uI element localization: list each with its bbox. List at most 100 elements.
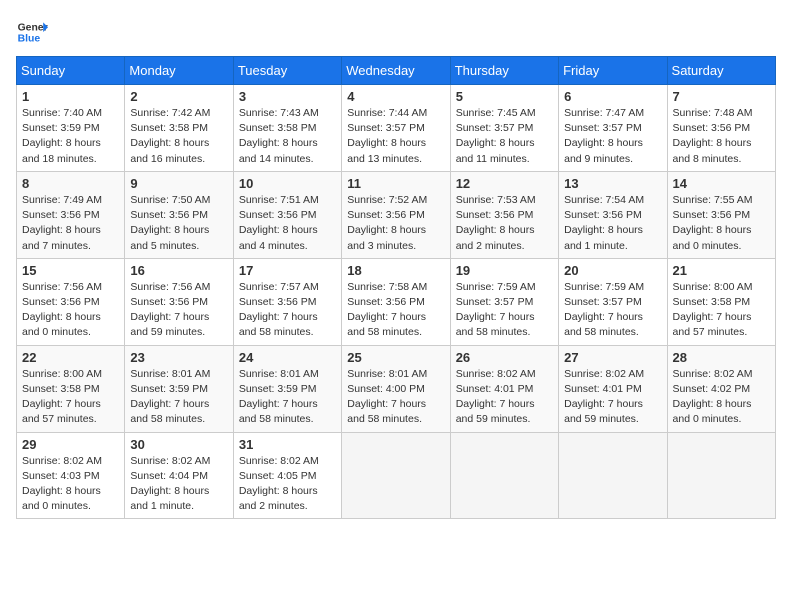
calendar-cell: 3Sunrise: 7:43 AMSunset: 3:58 PMDaylight… (233, 85, 341, 172)
day-info: Sunrise: 7:49 AMSunset: 3:56 PMDaylight:… (22, 193, 119, 254)
calendar-cell (342, 432, 450, 519)
day-info: Sunrise: 8:02 AMSunset: 4:03 PMDaylight:… (22, 454, 119, 515)
day-info: Sunrise: 7:54 AMSunset: 3:56 PMDaylight:… (564, 193, 661, 254)
weekday-header-friday: Friday (559, 57, 667, 85)
day-number: 24 (239, 350, 336, 365)
calendar-cell: 2Sunrise: 7:42 AMSunset: 3:58 PMDaylight… (125, 85, 233, 172)
day-info: Sunrise: 8:02 AMSunset: 4:05 PMDaylight:… (239, 454, 336, 515)
calendar-cell: 10 Sunrise: 7:51 AMSunset: 3:56 PMDayligh… (233, 171, 341, 258)
day-number: 13 (564, 176, 661, 191)
calendar-week-row: 29 Sunrise: 8:02 AMSunset: 4:03 PMDayligh… (17, 432, 776, 519)
calendar-cell (559, 432, 667, 519)
day-info: Sunrise: 7:47 AMSunset: 3:57 PMDaylight:… (564, 106, 661, 167)
day-info: Sunrise: 8:02 AMSunset: 4:01 PMDaylight:… (564, 367, 661, 428)
calendar-week-row: 8 Sunrise: 7:49 AMSunset: 3:56 PMDaylight… (17, 171, 776, 258)
calendar-cell: 24 Sunrise: 8:01 AMSunset: 3:59 PMDayligh… (233, 345, 341, 432)
weekday-header-sunday: Sunday (17, 57, 125, 85)
day-number: 21 (673, 263, 770, 278)
calendar-cell: 18Sunrise: 7:58 AMSunset: 3:56 PMDayligh… (342, 258, 450, 345)
calendar-cell: 4 Sunrise: 7:44 AMSunset: 3:57 PMDaylight… (342, 85, 450, 172)
day-number: 26 (456, 350, 553, 365)
calendar-cell: 29 Sunrise: 8:02 AMSunset: 4:03 PMDayligh… (17, 432, 125, 519)
day-number: 29 (22, 437, 119, 452)
calendar-week-row: 1 Sunrise: 7:40 AMSunset: 3:59 PMDaylight… (17, 85, 776, 172)
weekday-header-thursday: Thursday (450, 57, 558, 85)
calendar-cell: 17 Sunrise: 7:57 AMSunset: 3:56 PMDayligh… (233, 258, 341, 345)
calendar-cell: 23 Sunrise: 8:01 AMSunset: 3:59 PMDayligh… (125, 345, 233, 432)
calendar-cell: 31 Sunrise: 8:02 AMSunset: 4:05 PMDayligh… (233, 432, 341, 519)
day-info: Sunrise: 8:02 AMSunset: 4:02 PMDaylight:… (673, 367, 770, 428)
day-number: 19 (456, 263, 553, 278)
calendar-cell: 9 Sunrise: 7:50 AMSunset: 3:56 PMDaylight… (125, 171, 233, 258)
day-info: Sunrise: 8:01 AMSunset: 3:59 PMDaylight:… (239, 367, 336, 428)
day-number: 22 (22, 350, 119, 365)
calendar-cell: 12Sunrise: 7:53 AMSunset: 3:56 PMDayligh… (450, 171, 558, 258)
weekday-header-monday: Monday (125, 57, 233, 85)
header: General Blue (16, 16, 776, 48)
day-number: 31 (239, 437, 336, 452)
logo-icon: General Blue (16, 16, 48, 48)
calendar-cell: 7 Sunrise: 7:48 AMSunset: 3:56 PMDaylight… (667, 85, 775, 172)
calendar-cell: 19 Sunrise: 7:59 AMSunset: 3:57 PMDayligh… (450, 258, 558, 345)
day-info: Sunrise: 7:43 AMSunset: 3:58 PMDaylight:… (239, 106, 336, 167)
calendar-cell: 1 Sunrise: 7:40 AMSunset: 3:59 PMDaylight… (17, 85, 125, 172)
weekday-header-saturday: Saturday (667, 57, 775, 85)
day-info: Sunrise: 7:44 AMSunset: 3:57 PMDaylight:… (347, 106, 444, 167)
day-number: 8 (22, 176, 119, 191)
day-number: 10 (239, 176, 336, 191)
day-number: 9 (130, 176, 227, 191)
day-info: Sunrise: 8:01 AMSunset: 3:59 PMDaylight:… (130, 367, 227, 428)
calendar-cell: 13 Sunrise: 7:54 AMSunset: 3:56 PMDayligh… (559, 171, 667, 258)
calendar-cell: 22 Sunrise: 8:00 AMSunset: 3:58 PMDayligh… (17, 345, 125, 432)
day-info: Sunrise: 7:57 AMSunset: 3:56 PMDaylight:… (239, 280, 336, 341)
day-info: Sunrise: 7:45 AMSunset: 3:57 PMDaylight:… (456, 106, 553, 167)
calendar-cell: 25 Sunrise: 8:01 AMSunset: 4:00 PMDayligh… (342, 345, 450, 432)
day-info: Sunrise: 7:59 AMSunset: 3:57 PMDaylight:… (456, 280, 553, 341)
calendar-cell: 21 Sunrise: 8:00 AMSunset: 3:58 PMDayligh… (667, 258, 775, 345)
calendar-cell: 8 Sunrise: 7:49 AMSunset: 3:56 PMDaylight… (17, 171, 125, 258)
calendar-cell: 5 Sunrise: 7:45 AMSunset: 3:57 PMDaylight… (450, 85, 558, 172)
day-number: 16 (130, 263, 227, 278)
logo: General Blue (16, 16, 48, 48)
day-info: Sunrise: 7:58 AMSunset: 3:56 PMDaylight:… (347, 280, 444, 341)
calendar-week-row: 15 Sunrise: 7:56 AMSunset: 3:56 PMDayligh… (17, 258, 776, 345)
day-number: 25 (347, 350, 444, 365)
day-info: Sunrise: 8:02 AMSunset: 4:04 PMDaylight:… (130, 454, 227, 515)
day-number: 7 (673, 89, 770, 104)
day-number: 15 (22, 263, 119, 278)
day-number: 20 (564, 263, 661, 278)
day-info: Sunrise: 8:00 AMSunset: 3:58 PMDaylight:… (673, 280, 770, 341)
day-info: Sunrise: 8:02 AMSunset: 4:01 PMDaylight:… (456, 367, 553, 428)
calendar-cell: 20Sunrise: 7:59 AMSunset: 3:57 PMDayligh… (559, 258, 667, 345)
calendar-cell: 11 Sunrise: 7:52 AMSunset: 3:56 PMDayligh… (342, 171, 450, 258)
day-info: Sunrise: 7:51 AMSunset: 3:56 PMDaylight:… (239, 193, 336, 254)
calendar-table: SundayMondayTuesdayWednesdayThursdayFrid… (16, 56, 776, 519)
weekday-header-tuesday: Tuesday (233, 57, 341, 85)
day-info: Sunrise: 7:55 AMSunset: 3:56 PMDaylight:… (673, 193, 770, 254)
calendar-cell (667, 432, 775, 519)
day-number: 23 (130, 350, 227, 365)
day-number: 28 (673, 350, 770, 365)
day-number: 17 (239, 263, 336, 278)
day-info: Sunrise: 7:56 AMSunset: 3:56 PMDaylight:… (130, 280, 227, 341)
day-info: Sunrise: 7:40 AMSunset: 3:59 PMDaylight:… (22, 106, 119, 167)
day-number: 30 (130, 437, 227, 452)
day-info: Sunrise: 8:01 AMSunset: 4:00 PMDaylight:… (347, 367, 444, 428)
calendar-cell: 28 Sunrise: 8:02 AMSunset: 4:02 PMDayligh… (667, 345, 775, 432)
calendar-cell: 6 Sunrise: 7:47 AMSunset: 3:57 PMDaylight… (559, 85, 667, 172)
calendar-cell: 30 Sunrise: 8:02 AMSunset: 4:04 PMDayligh… (125, 432, 233, 519)
day-info: Sunrise: 7:52 AMSunset: 3:56 PMDaylight:… (347, 193, 444, 254)
day-number: 4 (347, 89, 444, 104)
day-info: Sunrise: 8:00 AMSunset: 3:58 PMDaylight:… (22, 367, 119, 428)
day-number: 5 (456, 89, 553, 104)
calendar-header-row: SundayMondayTuesdayWednesdayThursdayFrid… (17, 57, 776, 85)
day-number: 27 (564, 350, 661, 365)
day-info: Sunrise: 7:50 AMSunset: 3:56 PMDaylight:… (130, 193, 227, 254)
day-info: Sunrise: 7:48 AMSunset: 3:56 PMDaylight:… (673, 106, 770, 167)
calendar-week-row: 22 Sunrise: 8:00 AMSunset: 3:58 PMDayligh… (17, 345, 776, 432)
calendar-body: 1 Sunrise: 7:40 AMSunset: 3:59 PMDaylight… (17, 85, 776, 519)
day-number: 1 (22, 89, 119, 104)
day-number: 14 (673, 176, 770, 191)
day-number: 11 (347, 176, 444, 191)
day-number: 6 (564, 89, 661, 104)
